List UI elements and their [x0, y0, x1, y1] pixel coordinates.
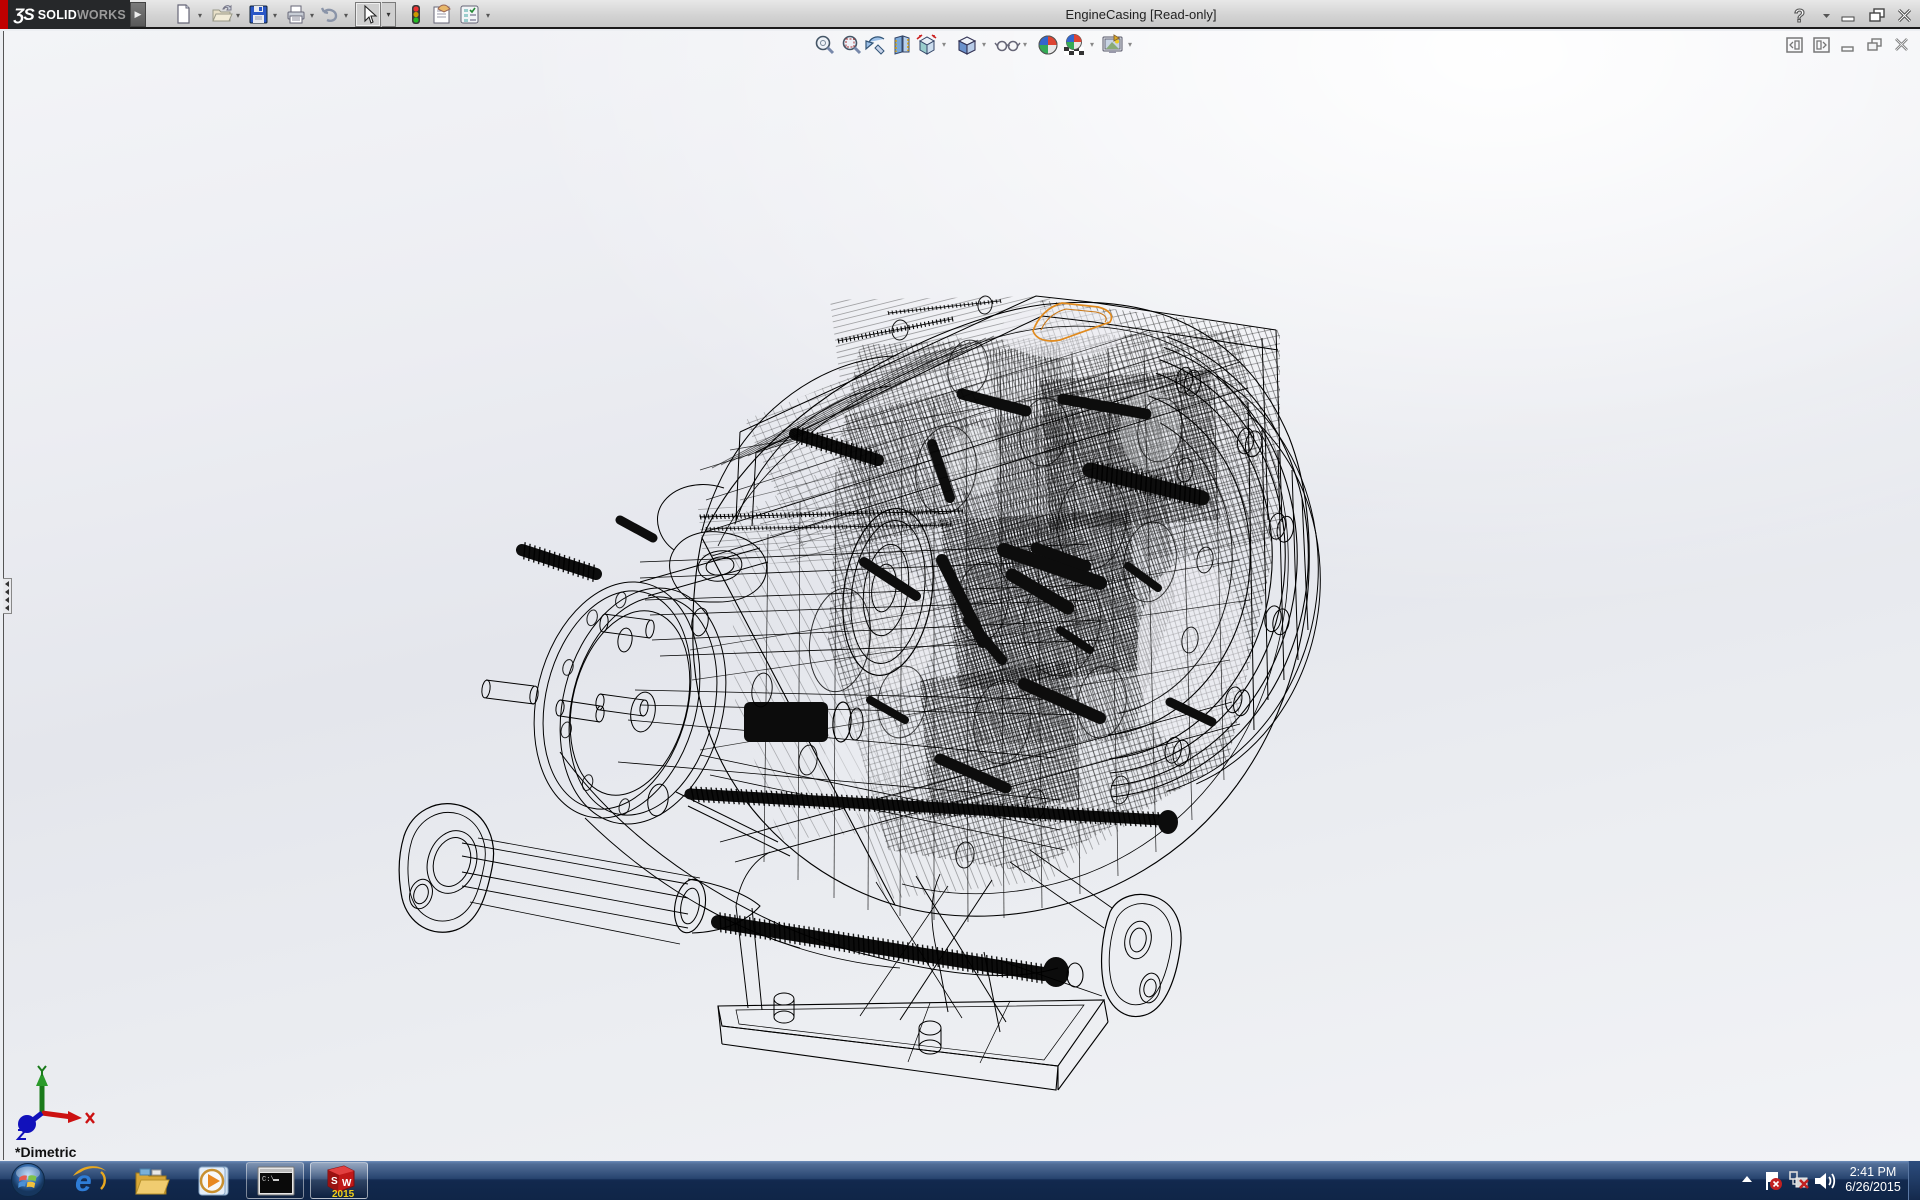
svg-text:C:\: C:\: [262, 1176, 275, 1184]
svg-text:?: ?: [1794, 6, 1805, 25]
svg-text:W: W: [342, 1178, 352, 1189]
svg-text:2015: 2015: [332, 1189, 355, 1198]
svg-text:S: S: [331, 1176, 338, 1187]
